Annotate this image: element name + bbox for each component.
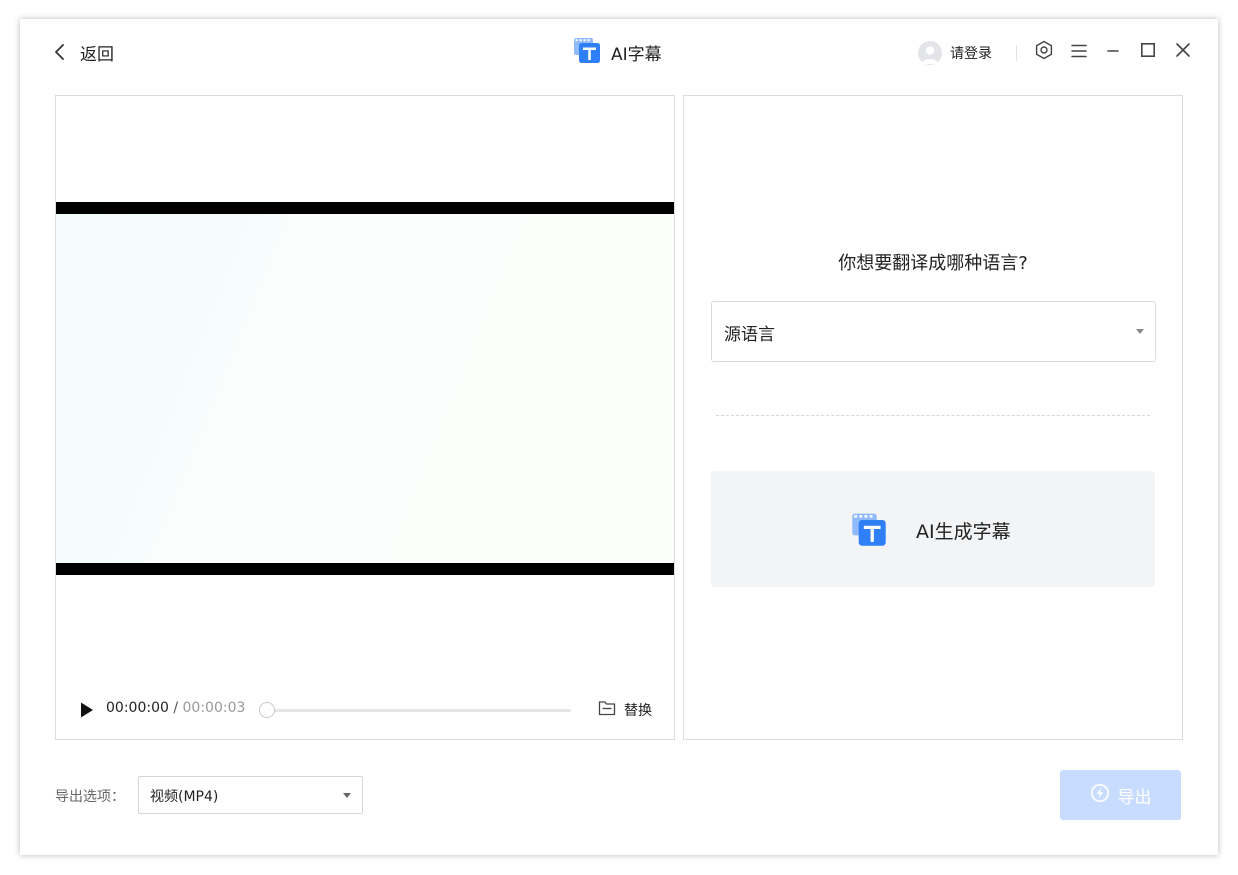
video-frame[interactable] [56, 202, 674, 575]
play-button[interactable] [80, 702, 94, 718]
subtitle-icon [850, 511, 888, 551]
chevron-down-icon [343, 793, 351, 798]
maximize-button[interactable] [1137, 41, 1159, 63]
app-window: 返回 AI字幕 请登录 00:00:00 / 00:00:03 替换 你想要翻译… [20, 19, 1218, 855]
user-avatar-icon [918, 40, 942, 65]
page-title: AI字幕 [611, 44, 662, 65]
chevron-down-icon [1136, 329, 1144, 334]
export-button-label: 导出 [1117, 787, 1152, 808]
total-time: 00:00:03 [182, 700, 246, 716]
export-format-select[interactable]: 视频(MP4) [138, 776, 363, 814]
toolbar-divider [1016, 45, 1017, 61]
selected-language: 源语言 [724, 325, 775, 345]
minimize-button[interactable] [1102, 41, 1124, 63]
play-icon [80, 702, 94, 722]
subtitle-icon [573, 36, 601, 68]
login-label: 请登录 [950, 45, 992, 62]
export-button[interactable]: 导出 [1060, 770, 1181, 820]
close-icon [1175, 42, 1191, 62]
replace-label: 替换 [624, 703, 652, 719]
maximize-icon [1140, 42, 1156, 62]
export-format-value: 视频(MP4) [150, 789, 219, 805]
minimize-icon [1106, 43, 1120, 62]
dashed-divider [716, 415, 1150, 416]
ai-generate-subtitle-button[interactable]: AI生成字幕 [711, 471, 1155, 587]
chevron-left-icon [53, 44, 67, 60]
target-language-select[interactable]: 源语言 [711, 301, 1156, 362]
settings-button[interactable] [1033, 40, 1055, 64]
back-button[interactable]: 返回 [53, 39, 114, 65]
folder-icon [598, 700, 616, 720]
app-title: AI字幕 [573, 38, 662, 66]
seek-handle[interactable] [259, 702, 275, 718]
translation-panel: 你想要翻译成哪种语言? 源语言 AI生成字幕 [683, 95, 1183, 740]
language-question: 你想要翻译成哪种语言? [838, 253, 1028, 274]
video-content [56, 214, 674, 563]
seek-bar[interactable] [259, 702, 571, 718]
ai-generate-label: AI生成字幕 [916, 521, 1011, 543]
current-time: 00:00:00 [106, 700, 169, 716]
export-options-label: 导出选项： [55, 789, 125, 805]
export-icon [1090, 783, 1110, 807]
replace-button[interactable]: 替换 [598, 699, 652, 721]
hamburger-menu-icon [1071, 43, 1087, 62]
gear-icon [1034, 40, 1054, 64]
playback-time: 00:00:00 / 00:00:03 [106, 700, 245, 716]
menu-button[interactable] [1068, 41, 1090, 63]
close-button[interactable] [1172, 41, 1194, 63]
video-preview-panel: 00:00:00 / 00:00:03 替换 [55, 95, 675, 740]
time-divider: / [168, 700, 183, 716]
back-label: 返回 [80, 44, 114, 65]
player-controls: 00:00:00 / 00:00:03 替换 [56, 696, 674, 724]
login-button[interactable]: 请登录 [918, 39, 992, 66]
